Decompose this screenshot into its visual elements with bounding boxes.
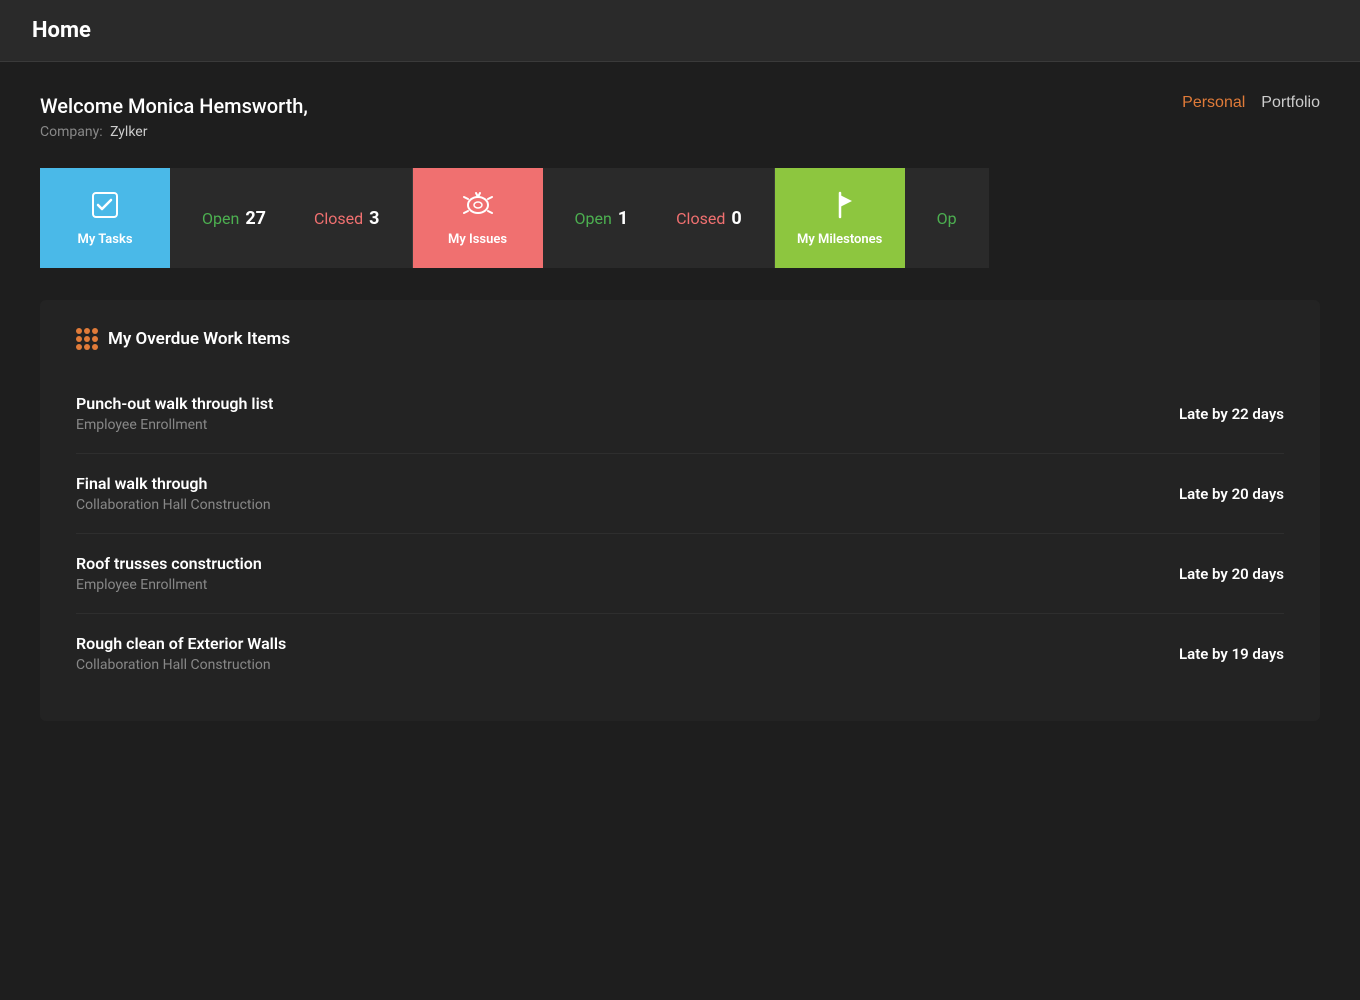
issues-open-label: Open bbox=[575, 209, 612, 228]
milestones-open-label: Op bbox=[937, 209, 957, 228]
grid-dots-icon bbox=[76, 328, 98, 350]
work-item-info: Punch-out walk through list Employee Enr… bbox=[76, 394, 273, 433]
work-item-project: Collaboration Hall Construction bbox=[76, 657, 286, 673]
issues-card[interactable]: My Issues Open 1 Closed 0 bbox=[413, 168, 774, 268]
tasks-icon-block: My Tasks bbox=[40, 168, 170, 268]
issues-closed-stat: Closed 0 bbox=[676, 208, 742, 229]
work-item[interactable]: Punch-out walk through list Employee Enr… bbox=[76, 374, 1284, 454]
work-item-name: Punch-out walk through list bbox=[76, 394, 273, 413]
issues-icon-block: My Issues bbox=[413, 168, 543, 268]
tasks-card[interactable]: My Tasks Open 27 Closed 3 bbox=[40, 168, 412, 268]
late-badge: Late by 20 days bbox=[1179, 565, 1284, 583]
work-item-name: Rough clean of Exterior Walls bbox=[76, 634, 286, 653]
milestones-card[interactable]: My Milestones Op bbox=[775, 168, 989, 268]
work-item[interactable]: Roof trusses construction Employee Enrol… bbox=[76, 534, 1284, 614]
milestones-stats: Op bbox=[905, 209, 989, 228]
work-item-info: Final walk through Collaboration Hall Co… bbox=[76, 474, 271, 513]
overdue-section-title: My Overdue Work Items bbox=[108, 329, 290, 349]
milestones-open-stat: Op bbox=[937, 209, 957, 228]
welcome-row: Welcome Monica Hemsworth, Company: Zylke… bbox=[40, 94, 1320, 140]
tasks-closed-label: Closed bbox=[314, 209, 363, 228]
work-item-info: Roof trusses construction Employee Enrol… bbox=[76, 554, 262, 593]
issues-closed-label: Closed bbox=[676, 209, 725, 228]
late-badge: Late by 22 days bbox=[1179, 405, 1284, 423]
section-header: My Overdue Work Items bbox=[76, 328, 1284, 350]
issues-label: My Issues bbox=[448, 232, 507, 247]
issues-closed-count: 0 bbox=[731, 208, 741, 229]
work-item-project: Employee Enrollment bbox=[76, 577, 262, 593]
header: Home bbox=[0, 0, 1360, 62]
late-badge: Late by 19 days bbox=[1179, 645, 1284, 663]
work-item-info: Rough clean of Exterior Walls Collaborat… bbox=[76, 634, 286, 673]
issues-icon bbox=[462, 189, 494, 226]
work-item-project: Employee Enrollment bbox=[76, 417, 273, 433]
overdue-section: My Overdue Work Items Punch-out walk thr… bbox=[40, 300, 1320, 721]
company-name: Zylker bbox=[110, 124, 147, 140]
issues-open-count: 1 bbox=[618, 208, 628, 229]
issues-open-stat: Open 1 bbox=[575, 208, 629, 229]
tasks-open-count: 27 bbox=[245, 208, 266, 229]
page-title: Home bbox=[32, 18, 91, 43]
tasks-open-stat: Open 27 bbox=[202, 208, 266, 229]
milestones-icon-block: My Milestones bbox=[775, 168, 905, 268]
cards-row: My Tasks Open 27 Closed 3 bbox=[40, 168, 1320, 268]
late-badge: Late by 20 days bbox=[1179, 485, 1284, 503]
work-item[interactable]: Rough clean of Exterior Walls Collaborat… bbox=[76, 614, 1284, 693]
company-row: Company: Zylker bbox=[40, 124, 308, 140]
tasks-icon bbox=[89, 189, 121, 226]
work-item-name: Final walk through bbox=[76, 474, 271, 493]
tasks-open-label: Open bbox=[202, 209, 239, 228]
work-item-name: Roof trusses construction bbox=[76, 554, 262, 573]
welcome-block: Welcome Monica Hemsworth, Company: Zylke… bbox=[40, 94, 308, 140]
view-toggle: Personal Portfolio bbox=[1182, 94, 1320, 112]
portfolio-view-button[interactable]: Portfolio bbox=[1261, 94, 1320, 112]
milestones-label: My Milestones bbox=[797, 232, 882, 247]
tasks-closed-count: 3 bbox=[369, 208, 379, 229]
company-label: Company: bbox=[40, 124, 103, 140]
work-item[interactable]: Final walk through Collaboration Hall Co… bbox=[76, 454, 1284, 534]
milestones-icon bbox=[824, 189, 856, 226]
tasks-closed-stat: Closed 3 bbox=[314, 208, 380, 229]
tasks-label: My Tasks bbox=[77, 232, 132, 247]
tasks-stats: Open 27 Closed 3 bbox=[170, 208, 412, 229]
work-item-project: Collaboration Hall Construction bbox=[76, 497, 271, 513]
main-content: Welcome Monica Hemsworth, Company: Zylke… bbox=[0, 62, 1360, 753]
issues-stats: Open 1 Closed 0 bbox=[543, 208, 774, 229]
welcome-greeting: Welcome Monica Hemsworth, bbox=[40, 94, 308, 118]
personal-view-button[interactable]: Personal bbox=[1182, 94, 1245, 112]
